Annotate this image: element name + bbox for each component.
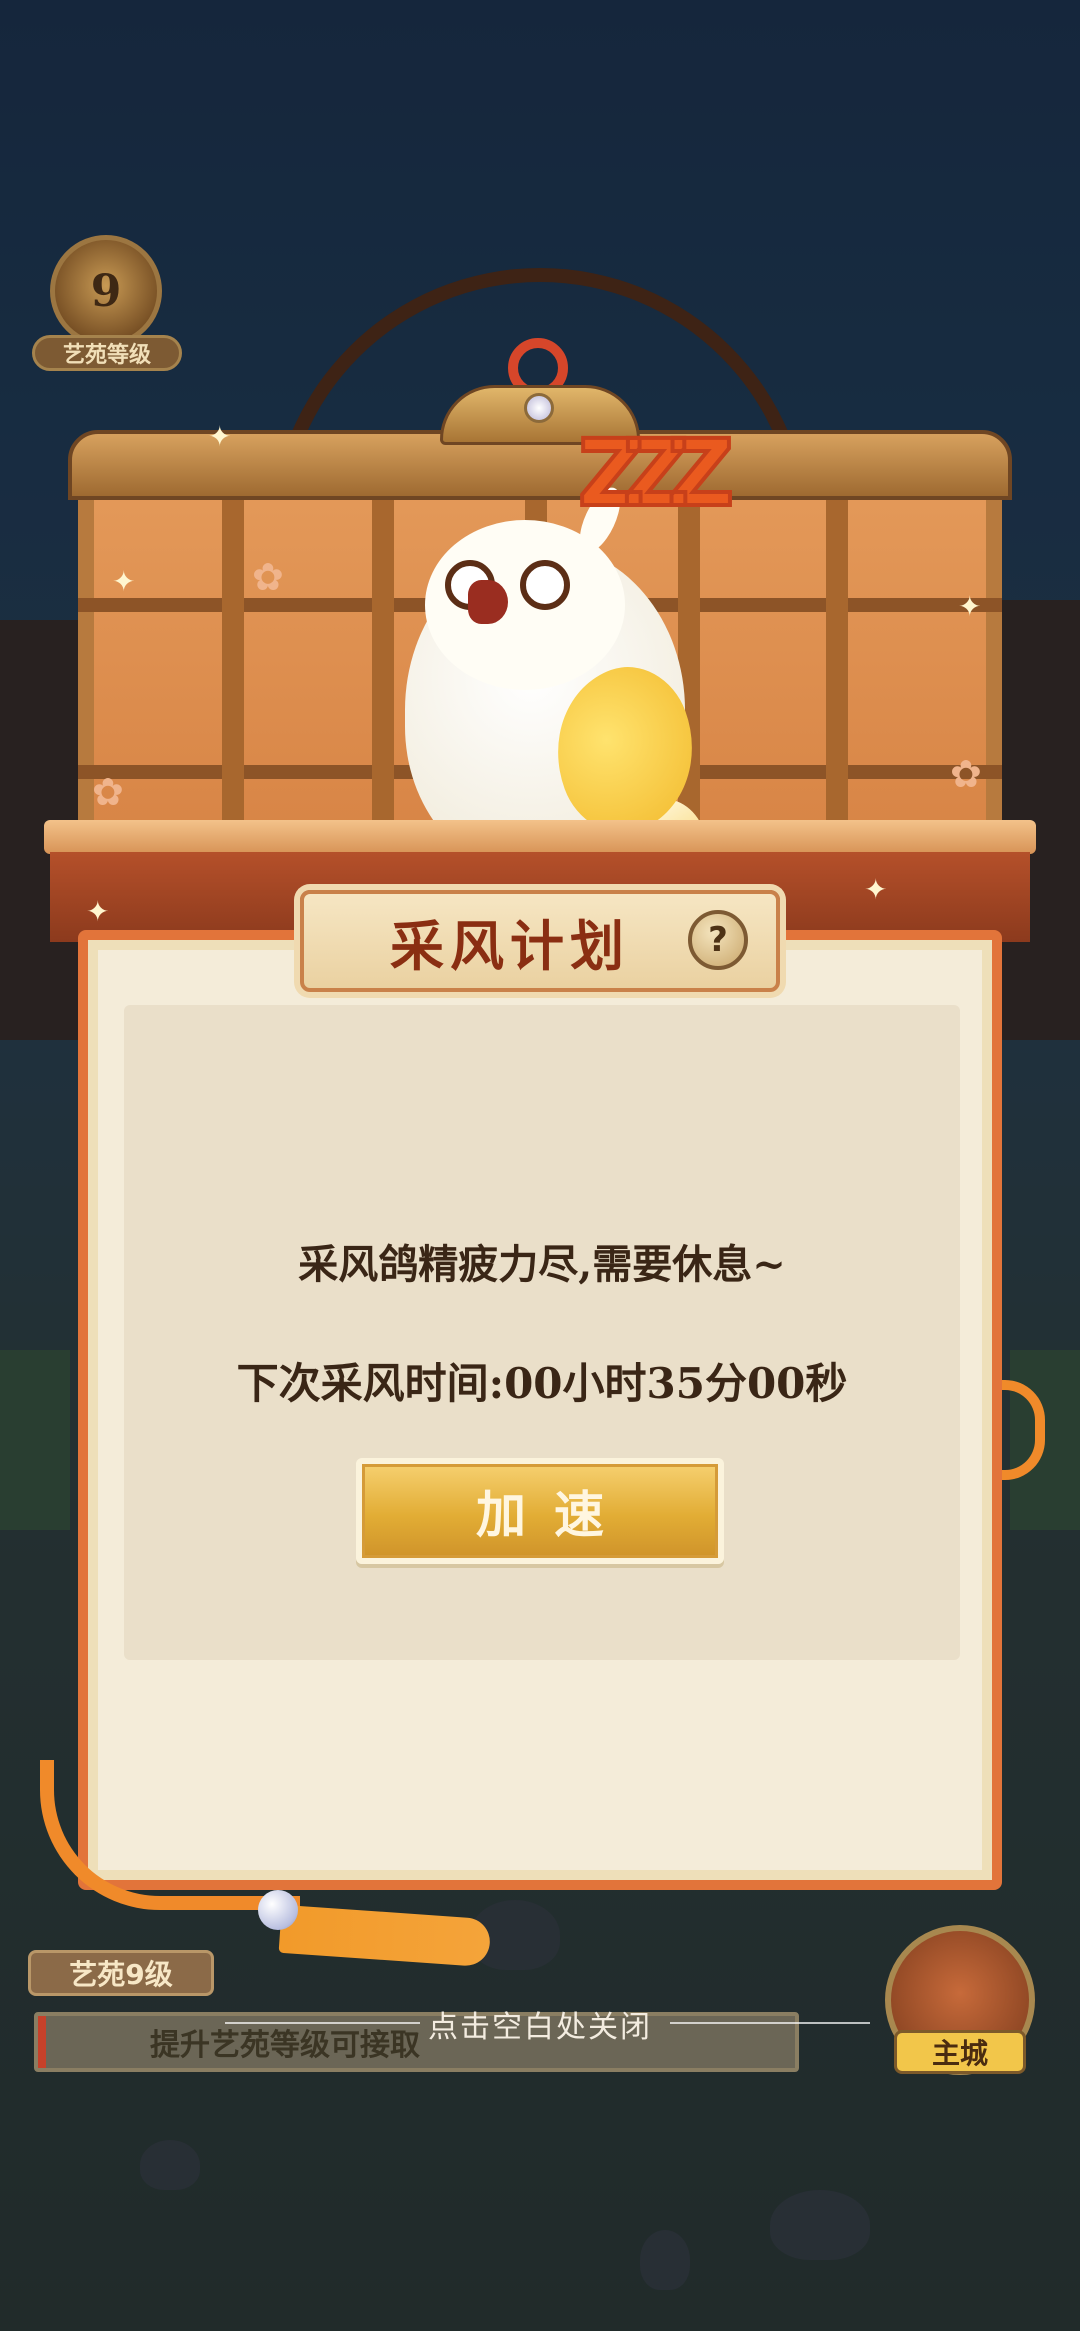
sleep-zzz: ZZZ: [576, 418, 736, 529]
cage-gem: [524, 393, 554, 423]
flower-icon: ✿: [252, 555, 284, 599]
pigeon-eye: [520, 560, 570, 610]
level-label: 艺苑等级: [32, 335, 182, 371]
flower-icon: ✿: [950, 752, 982, 796]
cage-bar: [372, 470, 394, 830]
pigeon-beak: [468, 580, 508, 624]
sparkle-icon: ✦: [864, 873, 888, 906]
status-message: 采风鸽精疲力尽,需要休息~: [298, 1241, 786, 1288]
dialog-title: 采风计划: [390, 913, 630, 978]
cage-shelf: [44, 820, 1036, 854]
question-icon: ?: [708, 920, 728, 960]
academy-level-badge[interactable]: 9 艺苑等级: [20, 235, 190, 385]
next-collect-time: 下次采风时间:00小时35分00秒: [236, 1359, 848, 1408]
cage-bar: [222, 470, 244, 830]
sparkle-icon: ✦: [958, 590, 982, 623]
speed-up-button[interactable]: 加速: [356, 1458, 724, 1564]
help-button[interactable]: ?: [688, 910, 748, 970]
academy-level-tag: 艺苑9级: [28, 1950, 214, 1996]
main-city-label[interactable]: 主城: [894, 2030, 1026, 2074]
sparkle-icon: ✦: [112, 565, 136, 598]
tassel-bead: [258, 1890, 298, 1930]
flower-icon: ✿: [92, 770, 124, 814]
cage-bar: [826, 470, 848, 830]
level-number: 9: [50, 235, 162, 347]
sparkle-icon: ✦: [86, 895, 110, 928]
sparkle-icon: ✦: [208, 420, 232, 453]
